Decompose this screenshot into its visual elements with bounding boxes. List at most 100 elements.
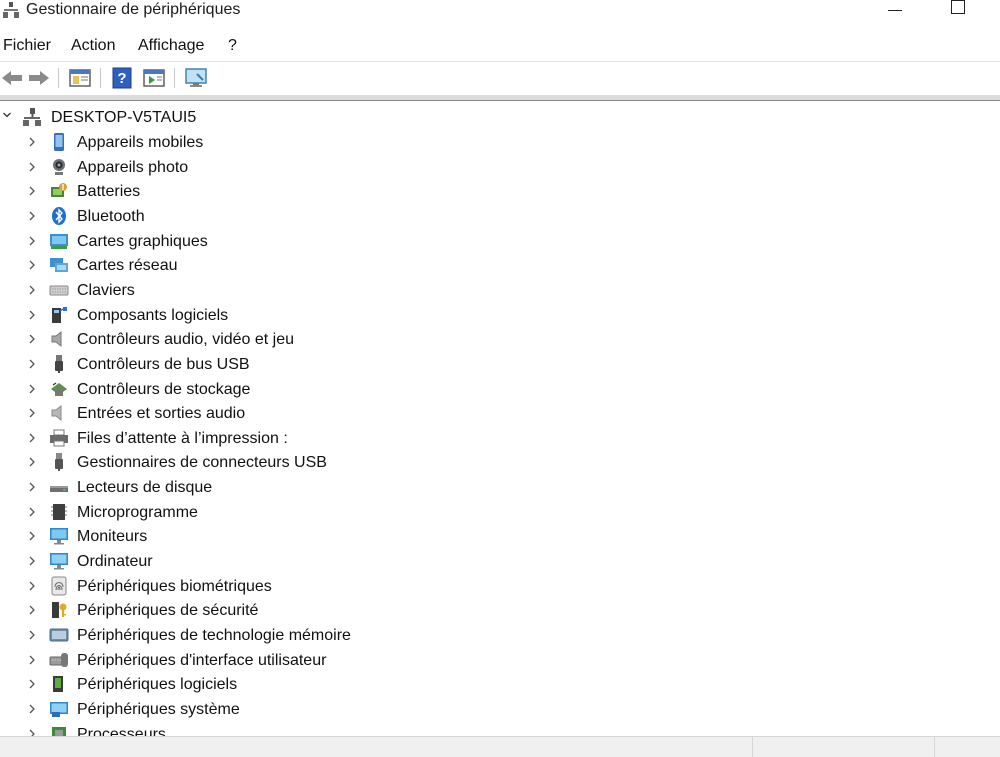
bluetooth-icon <box>52 206 66 225</box>
chevron-right-icon[interactable] <box>28 211 36 221</box>
tree-item[interactable]: Cartes graphiques <box>0 230 500 254</box>
tree-item[interactable]: Ordinateur <box>0 550 500 574</box>
battery-icon <box>51 183 67 198</box>
chevron-right-icon[interactable] <box>28 482 36 492</box>
software-component-icon <box>52 306 67 323</box>
chevron-right-icon[interactable] <box>28 507 36 517</box>
chevron-right-icon[interactable] <box>28 433 36 443</box>
network-adapter-icon <box>50 258 68 273</box>
chevron-right-icon[interactable] <box>28 334 36 344</box>
chevron-right-icon[interactable] <box>28 310 36 320</box>
tree-item-label: Périphériques de technologie mémoire <box>77 627 351 644</box>
keyboard-icon <box>49 285 69 296</box>
minimize-button[interactable] <box>881 0 911 20</box>
toolbar-separator <box>100 68 101 88</box>
chevron-right-icon[interactable] <box>28 359 36 369</box>
chevron-right-icon[interactable] <box>28 186 36 196</box>
tree-item-label: Périphériques logiciels <box>77 676 238 694</box>
tree-item[interactable]: Entrées et sorties audio <box>0 402 500 426</box>
firmware-icon <box>51 503 67 520</box>
computer-network-icon <box>23 108 41 126</box>
tree-item-label: Cartes graphiques <box>77 232 208 250</box>
monitor-icon <box>50 528 68 545</box>
tree-item[interactable]: Claviers <box>0 279 500 303</box>
svg-text:?: ? <box>117 70 126 87</box>
tree-item-label: Périphériques biométriques <box>77 577 272 595</box>
tree-item[interactable]: Périphériques système <box>0 698 500 722</box>
tree-item[interactable]: Bluetooth <box>0 205 500 229</box>
forward-icon[interactable] <box>27 66 51 90</box>
tree-item-label: Périphériques système <box>77 700 240 718</box>
fingerprint-icon <box>51 576 67 596</box>
audio-io-icon <box>51 405 62 422</box>
computer-icon <box>50 553 68 570</box>
monitor-icon[interactable] <box>184 66 208 90</box>
tree-root-node[interactable]: DESKTOP-V5TAUI5 <box>0 106 400 130</box>
tree-item[interactable]: Files d’attente à l’impression : <box>0 427 500 451</box>
tree-item[interactable]: Composants logiciels <box>0 304 500 328</box>
toolbar-separator <box>58 68 59 88</box>
chevron-right-icon[interactable] <box>28 162 36 172</box>
chevron-right-icon[interactable] <box>28 655 36 665</box>
chevron-right-icon[interactable] <box>28 408 36 418</box>
tree-item-label: Batteries <box>77 183 141 201</box>
tree-item[interactable]: Périphériques de sécurité <box>0 599 500 623</box>
computer-name: DESKTOP-V5TAUI5 <box>51 109 197 126</box>
show-hide-console-tree-icon[interactable] <box>68 66 92 90</box>
menu-action[interactable]: Action <box>71 36 115 56</box>
tree-item-label: Files d’attente à l’impression : <box>77 429 288 447</box>
chevron-right-icon[interactable] <box>28 531 36 541</box>
menu-affichage[interactable]: Affichage <box>138 36 204 56</box>
chevron-right-icon[interactable] <box>28 704 36 714</box>
toolbar-separator <box>174 68 175 88</box>
tree-item[interactable]: Lecteurs de disque <box>0 476 500 500</box>
tree-item[interactable]: Périphériques logiciels <box>0 673 500 697</box>
tree-item[interactable]: Périphériques d'interface utilisateur <box>0 649 500 673</box>
window-title: Gestionnaire de périphériques <box>26 1 241 18</box>
storage-controller-icon <box>51 382 67 396</box>
security-key-icon <box>52 602 67 619</box>
tree-item[interactable]: Batteries <box>0 180 500 204</box>
mobile-device-icon <box>54 133 64 151</box>
chevron-right-icon[interactable] <box>28 260 36 270</box>
tree-item[interactable]: Gestionnaires de connecteurs USB <box>0 451 500 475</box>
tree-item[interactable]: Contrôleurs de bus USB <box>0 353 500 377</box>
tree-item[interactable]: Cartes réseau <box>0 254 500 278</box>
chevron-right-icon[interactable] <box>28 630 36 640</box>
tree-item[interactable]: Microprogramme <box>0 501 500 525</box>
usb-icon <box>55 354 63 373</box>
title-bar: Gestionnaire de périphériques <box>0 0 1000 24</box>
chevron-down-icon[interactable] <box>3 111 11 119</box>
tree-item-label: Appareils photo <box>77 158 189 176</box>
menu-fichier[interactable]: Fichier <box>3 36 51 56</box>
menu-help[interactable]: ? <box>228 36 237 56</box>
chevron-right-icon[interactable] <box>28 556 36 566</box>
tree-item[interactable]: Contrôleurs de stockage <box>0 378 500 402</box>
tree-item[interactable]: Appareils photo <box>0 156 500 180</box>
action-pane-icon[interactable] <box>142 66 166 90</box>
tree-item[interactable]: Appareils mobiles <box>0 131 500 155</box>
speaker-icon <box>51 331 62 348</box>
chevron-right-icon[interactable] <box>28 384 36 394</box>
tree-item-label: Claviers <box>77 281 135 299</box>
back-icon[interactable] <box>0 66 24 90</box>
chevron-right-icon[interactable] <box>28 285 36 295</box>
toolbar: ? <box>0 61 1000 96</box>
chevron-right-icon[interactable] <box>28 457 36 467</box>
chevron-right-icon[interactable] <box>28 137 36 147</box>
chevron-right-icon[interactable] <box>28 581 36 591</box>
chevron-right-icon[interactable] <box>28 679 36 689</box>
tree-item[interactable]: Moniteurs <box>0 525 500 549</box>
chevron-right-icon[interactable] <box>28 236 36 246</box>
tree-item-label: Ordinateur <box>77 553 153 571</box>
tree-item[interactable]: Contrôleurs audio, vidéo et jeu <box>0 328 500 352</box>
maximize-button[interactable] <box>944 0 974 20</box>
chevron-right-icon[interactable] <box>28 729 36 736</box>
chevron-right-icon[interactable] <box>28 605 36 615</box>
help-icon[interactable]: ? <box>110 66 134 90</box>
tree-item[interactable]: Périphériques de technologie mémoire <box>0 624 500 648</box>
tree-item[interactable]: Périphériques biométriques <box>0 575 500 599</box>
tree-item-label: Processeurs <box>77 725 166 736</box>
usb-connector-icon <box>55 453 63 472</box>
tree-item[interactable]: Processeurs <box>0 723 500 736</box>
